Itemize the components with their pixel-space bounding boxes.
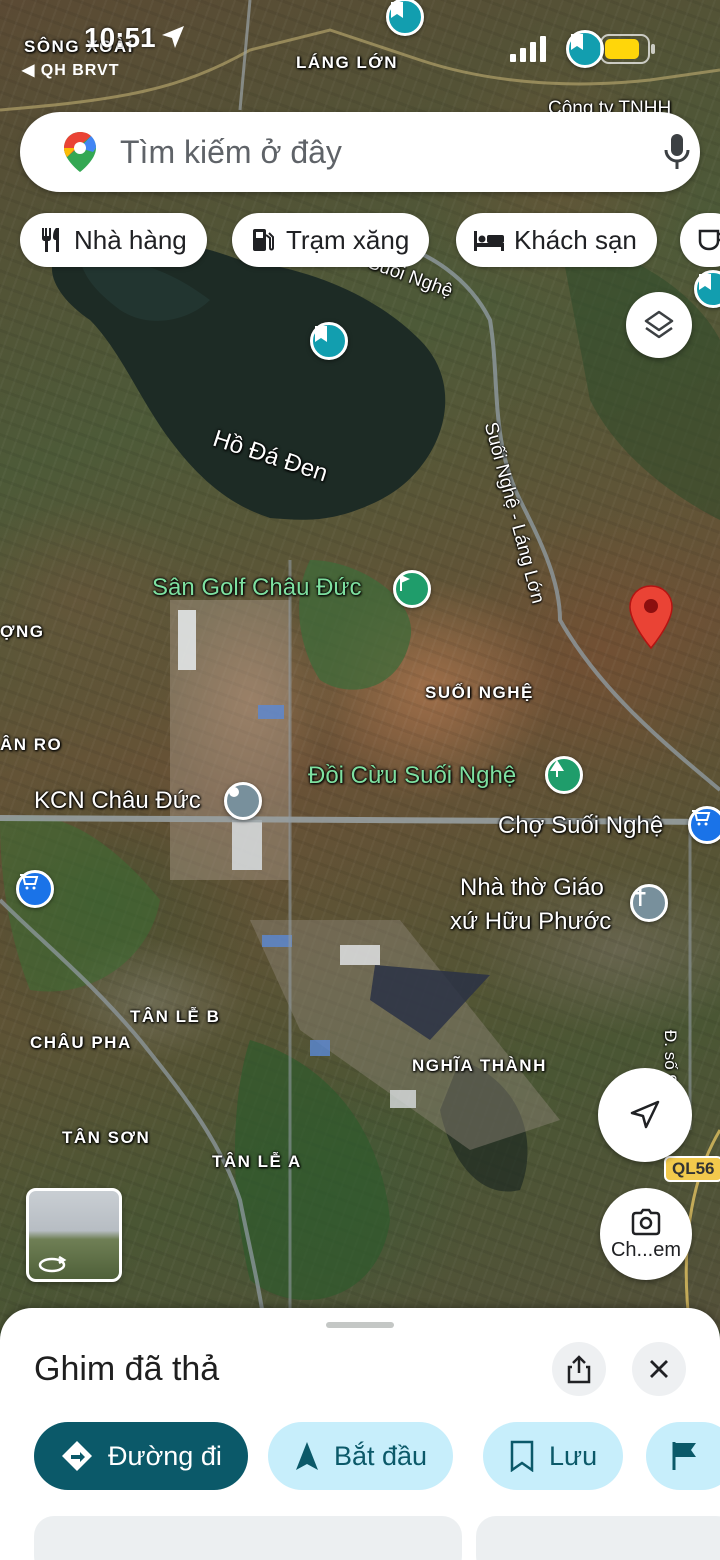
my-location-button[interactable] [598, 1068, 692, 1162]
area-label-suoi-nghe: SUỐI NGHỆ [425, 683, 534, 702]
poi-label-nha-tho-line2[interactable]: xứ Hữu Phước [450, 908, 611, 936]
area-label-tan-le-b: TÂN LỄ B [130, 1007, 221, 1026]
navigation-icon [296, 1442, 318, 1470]
signal-icon [510, 36, 546, 62]
building [340, 945, 380, 965]
dropped-pin-icon[interactable] [628, 584, 674, 650]
google-lens-button[interactable]: Ch...em [600, 1188, 692, 1280]
search-input[interactable]: Tìm kiếm ở đây [120, 134, 342, 171]
building [232, 820, 262, 870]
sheet-title: Ghim đã thả [34, 1350, 220, 1388]
directions-icon [62, 1441, 92, 1471]
start-label: Bắt đầu [334, 1440, 428, 1471]
chip-label: Nhà hàng [74, 224, 187, 255]
industrial-zone-pin-icon[interactable] [224, 782, 262, 820]
shopping-cart-icon[interactable] [16, 870, 54, 908]
area-label-tan-son: TÂN SƠN [62, 1128, 151, 1147]
flag-icon [672, 1442, 696, 1470]
area-label-chau-pha: CHÂU PHA [30, 1033, 132, 1052]
label-button[interactable] [646, 1422, 720, 1490]
directions-label: Đường đi [108, 1440, 222, 1471]
bottom-sheet[interactable]: Ghim đã thả Đường đi Bắt đầu Lưu [0, 1308, 720, 1560]
status-time: 10:51 [84, 22, 156, 53]
shopping-cart-icon[interactable] [688, 806, 720, 844]
building [262, 935, 292, 947]
start-navigation-button[interactable]: Bắt đầu [268, 1422, 454, 1490]
sheet-drag-handle[interactable] [326, 1322, 394, 1328]
coffee-icon [698, 229, 720, 251]
share-icon [567, 1355, 591, 1384]
poi-label-doi-cuu[interactable]: Đồi Cừu Suối Nghệ [308, 762, 516, 790]
save-button[interactable]: Lưu [483, 1422, 624, 1490]
street-view-thumbnail[interactable] [26, 1188, 122, 1282]
area-label-ong: ỢNG [0, 622, 45, 641]
building [390, 1090, 416, 1108]
navigation-arrow-icon [630, 1100, 660, 1129]
directions-button[interactable]: Đường đi [34, 1422, 248, 1490]
park-tree-icon[interactable] [545, 756, 583, 794]
close-icon [650, 1360, 668, 1378]
google-maps-logo-icon [64, 132, 96, 172]
share-button[interactable] [552, 1342, 606, 1396]
info-card[interactable] [476, 1516, 720, 1560]
camera-lens-icon [631, 1208, 661, 1235]
area-label-lang-lon: LÁNG LỚN [296, 53, 399, 72]
info-card[interactable] [34, 1516, 462, 1560]
street-view-rotate-icon [38, 1255, 67, 1273]
location-arrow-icon [162, 26, 184, 48]
poi-label-san-golf[interactable]: Sân Golf Châu Đức [152, 574, 362, 602]
poi-label-nha-tho-line1[interactable]: Nhà thờ Giáo [460, 874, 604, 902]
area-label-an-ro: ÂN RO [0, 735, 63, 754]
microphone-icon[interactable] [662, 132, 692, 172]
chip-restaurants[interactable]: Nhà hàng [20, 213, 207, 267]
back-to-app-link[interactable]: ◀ QH BRVT [22, 60, 119, 80]
layers-icon [644, 310, 674, 339]
area-label-nghia-thanh: NGHĨA THÀNH [412, 1056, 547, 1075]
church-cross-icon[interactable] [630, 884, 668, 922]
search-bar[interactable]: Tìm kiếm ở đây [20, 112, 700, 192]
save-label: Lưu [549, 1440, 598, 1471]
bookmark-pin-icon[interactable] [310, 322, 348, 360]
gas-station-icon [253, 229, 274, 251]
chip-hotels[interactable]: Khách sạn [456, 213, 657, 267]
bookmark-icon [510, 1440, 534, 1472]
area-label-tan-le-a: TÂN LỄ A [212, 1152, 302, 1171]
chip-gas-stations[interactable]: Trạm xăng [232, 213, 430, 267]
route-shield-ql56: QL56 [664, 1156, 720, 1182]
building [310, 1040, 330, 1056]
building [178, 610, 196, 670]
golf-icon[interactable] [393, 570, 431, 608]
building [258, 705, 284, 719]
close-button[interactable] [632, 1342, 686, 1396]
chip-label: Trạm xăng [286, 224, 410, 255]
poi-label-kcn-chau-duc[interactable]: KCN Châu Đức [34, 787, 201, 815]
lens-button-label: Ch...em [610, 1238, 682, 1261]
bookmark-pin-icon[interactable] [566, 30, 604, 68]
hotel-icon [474, 231, 504, 251]
battery-icon [600, 34, 655, 64]
layers-button[interactable] [626, 292, 692, 358]
poi-label-cho-suoi-nghe[interactable]: Chợ Suối Nghệ [498, 812, 663, 840]
chip-label: Khách sạn [514, 224, 637, 255]
restaurant-icon [42, 228, 59, 252]
